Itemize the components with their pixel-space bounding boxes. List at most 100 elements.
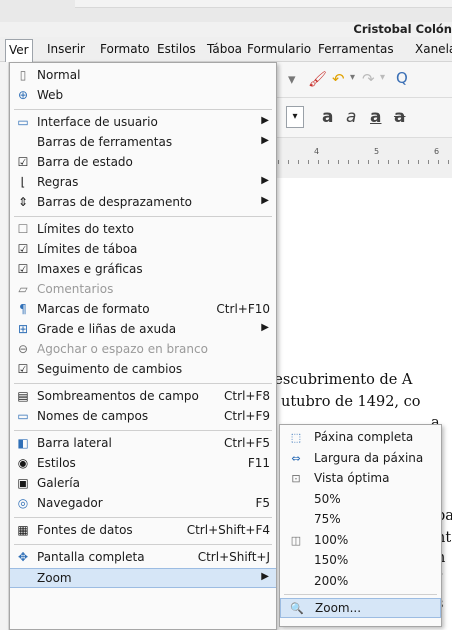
view-menu-item-marcas-de-formato[interactable]: ¶ Marcas de formato Ctrl+F10 [10, 300, 276, 320]
view-menu-item-nomes-de-campos[interactable]: ▭ Nomes de campos Ctrl+F9 [10, 407, 276, 427]
menu-ver[interactable]: Ver [5, 39, 33, 62]
view-menu-item-sombreamentos-de-campo[interactable]: ▤ Sombreamentos de campo Ctrl+F8 [10, 387, 276, 407]
zoom-item-paxina-completa[interactable]: ⬚ Páxina completa [280, 428, 441, 448]
redo-icon[interactable]: ↷ [362, 70, 375, 88]
document-edge [75, 0, 452, 8]
view-menu-item-zoom[interactable]: Zoom ▶ [10, 568, 276, 588]
menu-item-label: Barras de ferramentas [37, 135, 173, 149]
whitespace-icon: ⊖ [17, 342, 29, 356]
menu-ferramentas[interactable]: Ferramentas [318, 42, 394, 56]
menu-item-label: Agochar o espazo en branco [37, 342, 208, 356]
ruler-tick [438, 160, 439, 164]
pilcrow-icon: ¶ [19, 302, 27, 316]
rulers-icon: ⌊ [20, 175, 26, 189]
menu-separator [14, 216, 272, 217]
field-shading-icon: ▤ [17, 389, 29, 403]
menu-item-label: Barra lateral [37, 436, 112, 450]
optimal-view-icon: ⊡ [291, 472, 301, 485]
document-line[interactable]: descubrimento de A [265, 372, 412, 388]
view-menu-item-barra-de-estado[interactable]: ☑ Barra de estado [10, 153, 276, 173]
zoom-item-zoom[interactable]: 🔍 Zoom... [280, 598, 441, 618]
menu-item-label: 100% [314, 532, 349, 547]
menu-xanela[interactable]: Xanela [415, 42, 452, 56]
menu-separator [14, 430, 272, 431]
view-menu-item-agochar-o-espazo-en-branco[interactable]: ⊖ Agochar o espazo en branco [10, 340, 276, 360]
menu-item-shortcut: Ctrl+F10 [216, 302, 270, 316]
menu-formato[interactable]: Formato [100, 42, 150, 56]
ruler-tick [388, 160, 389, 164]
view-menu-item-barras-de-ferramentas[interactable]: Barras de ferramentas ▶ [10, 133, 276, 153]
find-replace-icon[interactable]: Q [396, 69, 408, 87]
ruler-tick [368, 160, 369, 164]
menu-inserir[interactable]: Inserir [47, 42, 85, 56]
zoom-item-200[interactable]: 200% [280, 572, 441, 592]
zoom-item-50[interactable]: 50% [280, 490, 441, 510]
menu-formulario[interactable]: Formulario [247, 42, 311, 56]
ruler-tick [298, 160, 299, 164]
menu-item-label: Interface de usuario [37, 115, 158, 129]
zoom-submenu: ⬚ Páxina completa ⇔ Largura da páxina ⊡ Vista… [279, 424, 442, 627]
user-interface-icon: ▭ [17, 115, 29, 129]
window-top-strip [0, 0, 452, 22]
undo-icon[interactable]: ↶ [332, 70, 345, 88]
bold-icon[interactable]: a [322, 107, 333, 127]
menu-separator [284, 594, 437, 595]
clone-formatting-icon[interactable]: 🖌 [308, 70, 327, 88]
menu-item-label: Largura da páxina [314, 450, 424, 465]
zoom-item-100[interactable]: ◫ 100% [280, 531, 441, 551]
zoom-item-75[interactable]: 75% [280, 510, 441, 530]
underline-icon[interactable]: a [370, 107, 381, 127]
submenu-arrow-icon: ▶ [261, 195, 269, 206]
zoom-dialog-icon: 🔍 [290, 602, 304, 615]
entire-page-icon: ⬚ [290, 431, 302, 444]
menu-item-label: Estilos [37, 456, 76, 470]
redo-dropdown-icon[interactable]: ▾ [380, 72, 385, 83]
ruler-tick [288, 160, 289, 164]
document-line[interactable]: utubro de 1492, co [281, 394, 421, 410]
view-menu-item-grade-e-linas-de-axuda[interactable]: ⊞ Grade e liñas de axuda ▶ [10, 320, 276, 340]
view-menu-item-imaxes-e-graficas[interactable]: ☑ Imaxes e gráficas [10, 260, 276, 280]
view-menu-item-interface-de-usuario[interactable]: ▭ Interface de usuario ▶ [10, 113, 276, 133]
strikethrough-icon[interactable]: a [394, 107, 405, 127]
menu-estilos[interactable]: Estilos [157, 42, 196, 56]
ruler-number: 6 [434, 147, 440, 156]
view-menu-item-barra-lateral[interactable]: ◧ Barra lateral Ctrl+F5 [10, 434, 276, 454]
font-size-dropdown[interactable]: ▾ [286, 106, 304, 128]
zoom-item-150[interactable]: 150% [280, 551, 441, 571]
view-menu-item-limites-do-texto[interactable]: ☐ Límites do texto [10, 220, 276, 240]
view-menu-item-pantalla-completa[interactable]: ✥ Pantalla completa Ctrl+Shift+J [10, 548, 276, 568]
standard-toolbar: ▾ 🖌 ↶ ▾ ↷ ▾ Q [270, 62, 452, 98]
view-menu-item-estilos[interactable]: ◉ Estilos F11 [10, 454, 276, 474]
styles-icon: ◉ [17, 456, 29, 470]
view-menu-item-navegador[interactable]: ◎ Navegador F5 [10, 494, 276, 514]
submenu-arrow-icon: ▶ [261, 571, 269, 582]
view-menu-item-fontes-de-datos[interactable]: ▦ Fontes de datos Ctrl+Shift+F4 [10, 521, 276, 541]
grid-icon: ⊞ [17, 322, 29, 336]
view-menu-item-regras[interactable]: ⌊ Regras ▶ [10, 173, 276, 193]
page-width-icon: ⇔ [291, 451, 301, 465]
view-menu-item-web[interactable]: ⊕ Web [10, 86, 276, 106]
view-menu-item-comentarios[interactable]: ▱ Comentarios [10, 280, 276, 300]
italic-icon[interactable]: a [346, 107, 356, 127]
menu-item-shortcut: Ctrl+F9 [224, 409, 270, 423]
menu-item-label: Imaxes e gráficas [37, 262, 143, 276]
dropdown-arrow-icon[interactable]: ▾ [288, 70, 296, 88]
menu-item-label: Regras [37, 175, 79, 189]
view-menu-item-galeria[interactable]: ▣ Galería [10, 474, 276, 494]
zoom-item-largura-da-paxina[interactable]: ⇔ Largura da páxina [280, 449, 441, 469]
blank-icon-slot [15, 134, 31, 151]
menu-item-label: Zoom [37, 571, 72, 585]
view-menu-item-seguimento-de-cambios[interactable]: ☑ Seguimento de cambios [10, 360, 276, 380]
view-menu-item-barras-de-desprazamento[interactable]: ⇕ Barras de desprazamento ▶ [10, 193, 276, 213]
menu-bar: Ver Inserir Formato Estilos Táboa Formulario F… [0, 37, 452, 62]
menu-item-label: Límites de táboa [37, 242, 138, 256]
menu-item-label: Pantalla completa [37, 550, 145, 564]
zoom-item-vista-optima[interactable]: ⊡ Vista óptima [280, 469, 441, 489]
blank-icon-slot [288, 491, 304, 508]
view-menu-item-limites-de-taboa[interactable]: ☑ Límites de táboa [10, 240, 276, 260]
horizontal-ruler: 4 5 6 [270, 138, 452, 178]
view-menu-item-normal[interactable]: ▯ Normal [10, 66, 276, 86]
undo-dropdown-icon[interactable]: ▾ [350, 72, 355, 83]
ruler-tick [318, 160, 319, 164]
menu-taboa[interactable]: Táboa [207, 42, 242, 56]
